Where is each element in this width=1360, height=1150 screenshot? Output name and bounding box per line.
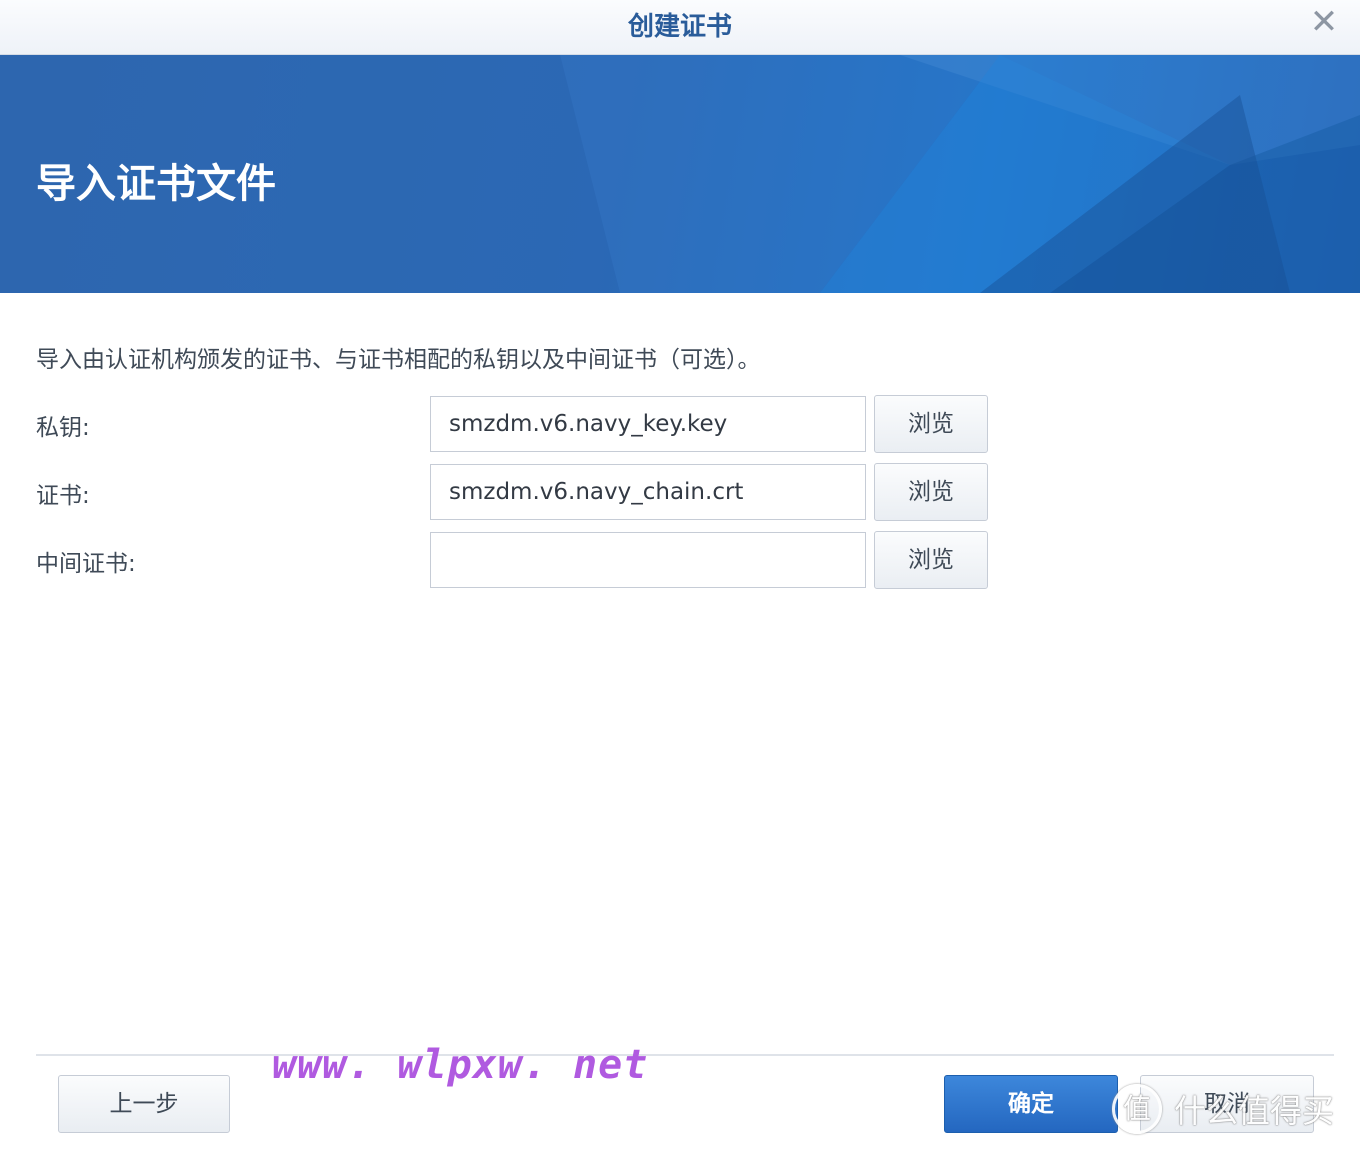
banner-title: 导入证书文件 <box>36 161 276 207</box>
close-icon[interactable]: ✕ <box>1306 4 1342 40</box>
intermediate-certificate-browse-button[interactable]: 浏览 <box>874 531 988 589</box>
private-key-browse-button[interactable]: 浏览 <box>874 395 988 453</box>
certificate-browse-button[interactable]: 浏览 <box>874 463 988 521</box>
certificate-field[interactable]: smzdm.v6.navy_chain.crt <box>430 464 866 520</box>
footer-divider <box>36 1054 1334 1056</box>
private-key-label: 私钥: <box>36 415 90 441</box>
header-banner: 导入证书文件 <box>0 55 1360 293</box>
certificate-label: 证书: <box>36 483 90 509</box>
site-watermark: www. wlpxw. net <box>272 1042 649 1088</box>
window-titlebar: 创建证书 ✕ <box>0 0 1360 55</box>
brand-text: 什么值得买 <box>1174 1092 1335 1130</box>
brand-watermark: 值 什么值得买 <box>1112 1084 1334 1134</box>
previous-step-button[interactable]: 上一步 <box>58 1075 230 1133</box>
brand-badge: 值 <box>1112 1084 1162 1134</box>
description-text: 导入由认证机构颁发的证书、与证书相配的私钥以及中间证书（可选）。 <box>36 347 761 373</box>
window-title: 创建证书 <box>627 12 732 42</box>
intermediate-certificate-label: 中间证书: <box>36 551 136 577</box>
private-key-field[interactable]: smzdm.v6.navy_key.key <box>430 396 866 452</box>
confirm-button[interactable]: 确定 <box>944 1075 1118 1133</box>
intermediate-certificate-field[interactable] <box>430 532 866 588</box>
